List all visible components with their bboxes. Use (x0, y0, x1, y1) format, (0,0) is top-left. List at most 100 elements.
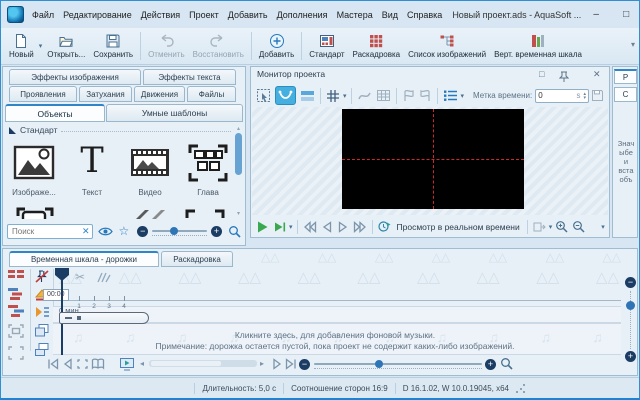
realtime-preview-icon[interactable] (378, 220, 391, 233)
flag-out-icon[interactable] (419, 89, 432, 102)
add-button[interactable]: Добавить (255, 32, 298, 60)
timeline-zoom-in-button[interactable]: + (485, 359, 496, 370)
thumbnail-size-slider[interactable] (152, 230, 207, 232)
curve-mode-button[interactable] (275, 86, 296, 105)
save-button[interactable]: Сохранить (89, 32, 137, 60)
save-timestamp-icon[interactable] (591, 89, 604, 102)
table-grid-icon[interactable] (376, 89, 391, 102)
timeline-magnifier-icon[interactable] (500, 357, 513, 370)
search-clear-icon[interactable]: ✕ (82, 226, 90, 237)
split-scissors-icon[interactable]: ✂ (75, 270, 85, 284)
playlist-icon[interactable] (34, 305, 50, 319)
fit-selection-icon[interactable] (7, 323, 25, 339)
eye-icon[interactable] (98, 226, 113, 237)
storyboard-view-button[interactable]: Раскадровка (349, 32, 405, 60)
favorites-star-icon[interactable]: ☆ (119, 225, 130, 237)
timeline-hscrollbar-thumb[interactable] (151, 361, 221, 366)
object-item-video[interactable]: Видео (123, 141, 177, 197)
zoom-out-thumbnails-button[interactable]: − (137, 226, 148, 237)
zoom-out-preview-icon[interactable] (572, 220, 585, 233)
list-options-icon[interactable] (443, 89, 458, 102)
tab-text-effects[interactable]: Эффекты текста (143, 69, 236, 85)
menu-file[interactable]: Файл (32, 10, 54, 20)
open-button[interactable]: Открыть... (43, 32, 89, 60)
undo-button[interactable]: Отменить (144, 32, 189, 60)
preview-screen[interactable] (342, 109, 524, 209)
vertical-timeline-view-button[interactable]: Верт. временная шкала (490, 32, 586, 60)
object-item-text[interactable]: T Текст (65, 141, 119, 197)
scroll-down-icon[interactable]: ▾ (234, 210, 243, 217)
skip-first-button[interactable] (303, 221, 317, 233)
motion-path-icon[interactable] (357, 90, 372, 102)
scroll-left-icon[interactable]: ◂ (140, 359, 144, 368)
scroll-up-icon[interactable]: ▴ (234, 125, 243, 132)
preview-monitor-button[interactable] (119, 357, 135, 371)
duplicate-below-icon[interactable] (34, 342, 50, 357)
monitor-close-icon[interactable]: ✕ (593, 69, 601, 80)
menu-actions[interactable]: Действия (141, 10, 180, 20)
tab-smart-templates[interactable]: Умные шаблоны (106, 104, 243, 122)
menu-add[interactable]: Добавить (228, 10, 268, 20)
track-layers-icon[interactable] (7, 287, 25, 301)
toolbar-overflow-caret[interactable]: ▾ (631, 40, 635, 49)
track-zoom-thumb[interactable] (626, 301, 635, 310)
go-last-button[interactable] (284, 358, 297, 370)
right-tab-1[interactable]: Р (614, 69, 637, 84)
fit-all-icon[interactable] (7, 345, 25, 361)
play-button[interactable] (256, 220, 269, 234)
play-from-position-button[interactable] (273, 221, 286, 233)
search-input[interactable] (7, 224, 93, 239)
tab-objects[interactable]: Объекты (5, 104, 105, 122)
skip-last-button[interactable] (353, 221, 367, 233)
export-options-caret[interactable]: ▾ (549, 223, 553, 231)
redo-button[interactable]: Восстановить (189, 32, 248, 60)
timestamp-spinbox[interactable]: 0 s ▴▾ (535, 89, 589, 103)
menu-view[interactable]: Вид (382, 10, 398, 20)
menu-project[interactable]: Проект (189, 10, 219, 20)
resize-grip[interactable] (516, 384, 525, 393)
objects-scrollbar-thumb[interactable] (235, 133, 242, 175)
go-prev-button[interactable] (62, 358, 74, 370)
magnifier-icon[interactable] (228, 225, 241, 238)
next-frame-button[interactable] (337, 221, 349, 233)
arrange-objects-icon[interactable] (7, 269, 25, 283)
frame-select-button[interactable] (76, 358, 89, 370)
go-next-button[interactable] (271, 358, 283, 370)
tab-motions[interactable]: Движения (134, 86, 185, 102)
prev-frame-button[interactable] (321, 221, 333, 233)
zoom-in-thumbnails-button[interactable]: + (211, 226, 222, 237)
menu-help[interactable]: Справка (407, 10, 442, 20)
layout-bars-icon[interactable] (300, 89, 315, 102)
grid-icon[interactable] (326, 89, 340, 103)
timestamp-spinner[interactable]: ▴▾ (583, 92, 586, 100)
realtime-preview-label[interactable]: Просмотр в реальном времени (397, 222, 520, 232)
thumbnail-size-slider-thumb[interactable] (170, 227, 178, 235)
tab-fade-in[interactable]: Проявления (9, 86, 77, 102)
tab-fade-out[interactable]: Затухания (79, 86, 132, 102)
track-layers-alt-icon[interactable] (7, 304, 25, 318)
select-tool-icon[interactable] (256, 88, 271, 103)
duplicate-icon[interactable] (34, 323, 50, 338)
timeline-zoom-slider[interactable] (314, 363, 482, 365)
list-options-caret[interactable]: ▾ (461, 92, 465, 100)
tab-image-effects[interactable]: Эффекты изображения (9, 69, 141, 85)
minimize-button[interactable]: – (581, 2, 611, 28)
flag-in-icon[interactable] (402, 89, 415, 102)
image-list-view-button[interactable]: Список изображений (404, 32, 490, 60)
chapter-track-item[interactable] (59, 312, 149, 324)
fan-tool-icon[interactable] (96, 272, 111, 283)
object-item-chapter[interactable]: Глава (181, 141, 235, 197)
export-frame-icon[interactable] (533, 221, 546, 233)
tab-files[interactable]: Файлы (187, 86, 236, 102)
monitor-pin-icon[interactable] (559, 71, 569, 82)
object-item-image[interactable]: Изображе... (7, 141, 61, 197)
zoom-in-preview-icon[interactable] (555, 220, 568, 233)
objects-scrollbar[interactable]: ▴ ▾ (234, 125, 243, 217)
ruler-line[interactable] (69, 300, 621, 301)
tab-storyboard[interactable]: Раскадровка (161, 251, 233, 267)
new-button[interactable]: Новый (5, 32, 38, 60)
grid-options-caret[interactable]: ▾ (343, 92, 347, 100)
new-dropdown-caret[interactable]: ▾ (39, 42, 43, 50)
timeline-zoom-out-button[interactable]: − (299, 359, 310, 370)
unpin-tracks-icon[interactable] (34, 269, 50, 284)
